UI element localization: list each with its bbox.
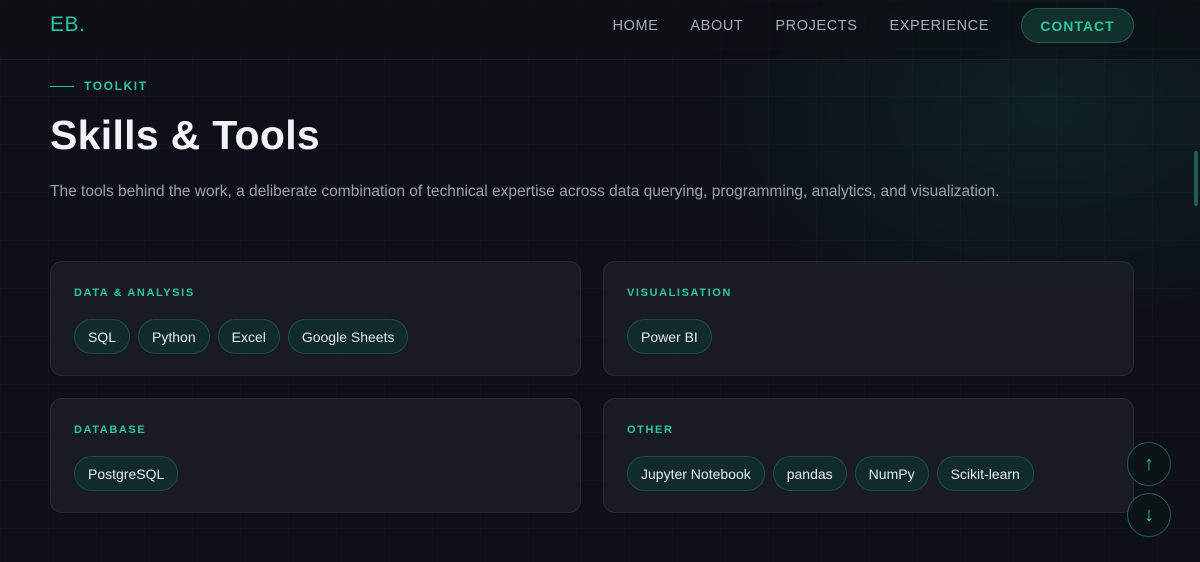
scroll-up-button[interactable]: ↑ (1127, 442, 1171, 486)
page-title: Skills & Tools (50, 112, 320, 158)
skill-tag: NumPy (854, 456, 929, 491)
section-eyebrow: TOOLKIT (50, 79, 148, 93)
skill-tag: PostgreSQL (74, 456, 179, 491)
skill-tag: Excel (217, 319, 280, 354)
skill-tag: pandas (772, 456, 847, 491)
eyebrow-line (50, 85, 74, 87)
skill-card-visualisation: VISUALISATION Power BI (603, 261, 1134, 376)
eyebrow-text: TOOLKIT (84, 79, 148, 93)
card-title: OTHER (627, 424, 674, 436)
section-subtitle: The tools behind the work, a deliberate … (50, 183, 1000, 200)
tag-list: SQL Python Excel Google Sheets (74, 319, 416, 354)
skill-tag: SQL (74, 319, 131, 354)
card-title: VISUALISATION (627, 287, 732, 299)
scroll-down-button[interactable]: ↓ (1127, 493, 1171, 537)
tag-list: Power BI (627, 319, 720, 354)
nav-link-home[interactable]: HOME (613, 18, 659, 34)
tag-list: Jupyter Notebook pandas NumPy Scikit-lea… (627, 456, 1042, 491)
skill-card-database: DATABASE PostgreSQL (50, 398, 581, 513)
skill-tag: Power BI (627, 319, 712, 354)
skill-tag: Google Sheets (287, 319, 409, 354)
nav-links: HOME ABOUT PROJECTS EXPERIENCE CONTACT (613, 8, 1134, 43)
section-indicator (1194, 151, 1198, 206)
tag-list: PostgreSQL (74, 456, 186, 491)
skill-tag: Python (138, 319, 210, 354)
skill-card-data-analysis: DATA & ANALYSIS SQL Python Excel Google … (50, 261, 581, 376)
card-title: DATABASE (74, 424, 147, 436)
arrow-down-icon: ↓ (1144, 503, 1154, 526)
arrow-up-icon: ↑ (1144, 452, 1154, 475)
card-title: DATA & ANALYSIS (74, 287, 195, 299)
nav-link-about[interactable]: ABOUT (690, 18, 743, 34)
nav-link-projects[interactable]: PROJECTS (775, 18, 857, 34)
nav-link-experience[interactable]: EXPERIENCE (890, 18, 989, 34)
contact-button[interactable]: CONTACT (1021, 8, 1134, 43)
skill-card-other: OTHER Jupyter Notebook pandas NumPy Scik… (603, 398, 1134, 513)
skill-tag: Jupyter Notebook (627, 456, 765, 491)
logo[interactable]: EB. (50, 13, 85, 37)
navbar: EB. HOME ABOUT PROJECTS EXPERIENCE CONTA… (0, 0, 1200, 60)
skill-tag: Scikit-learn (936, 456, 1034, 491)
